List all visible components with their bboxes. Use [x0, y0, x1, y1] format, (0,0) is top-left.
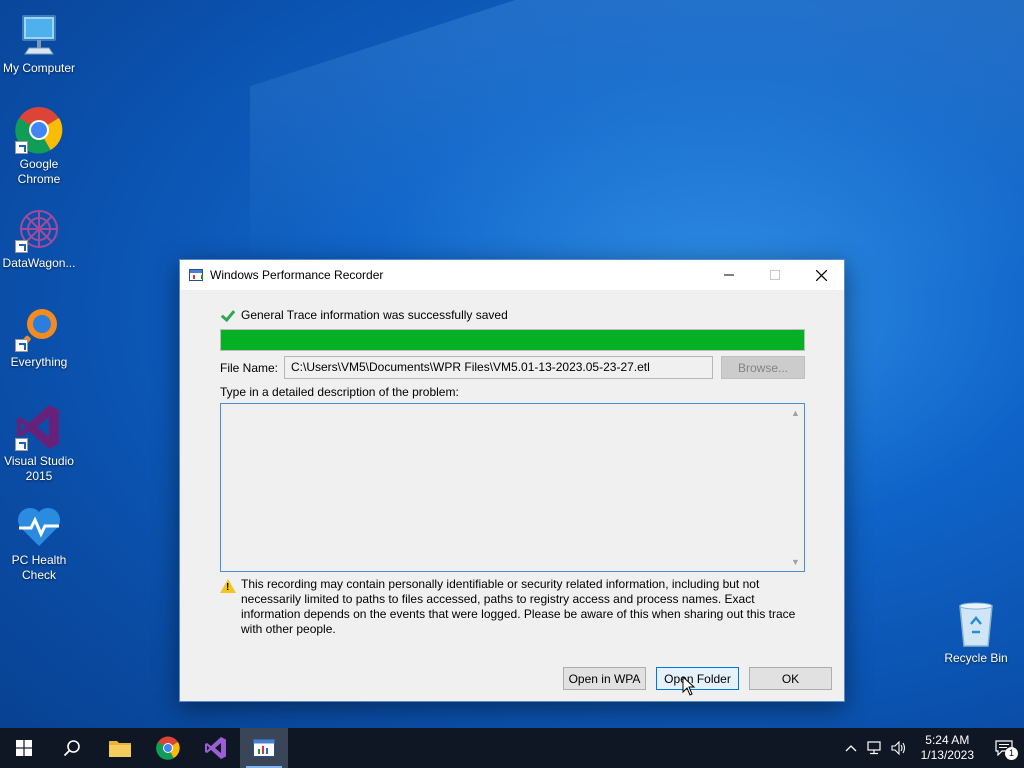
windows-start-icon: [16, 740, 32, 756]
shortcut-arrow-icon: [15, 141, 28, 154]
taskbar-wpr[interactable]: [240, 728, 288, 768]
desktop-icon-recycle-bin[interactable]: Recycle Bin: [940, 600, 1012, 666]
progress-fill: [221, 330, 804, 350]
file-name-field[interactable]: C:\Users\VM5\Documents\WPR Files\VM5.01-…: [284, 356, 713, 379]
status-row: General Trace information was successful…: [220, 308, 508, 322]
desktop-icon-label: PC Health Check: [11, 553, 67, 582]
taskbar-chrome[interactable]: [144, 728, 192, 768]
maximize-button[interactable]: [752, 260, 798, 290]
desktop-icon-everything[interactable]: Everything: [1, 304, 77, 370]
desktop-icon-google-chrome[interactable]: Google Chrome: [1, 106, 77, 187]
open-in-wpa-button[interactable]: Open in WPA: [563, 667, 646, 690]
shortcut-arrow-icon: [15, 339, 28, 352]
ok-button[interactable]: OK: [749, 667, 832, 690]
desktop-icon-label: Everything: [10, 355, 68, 369]
wpr-icon: [253, 739, 275, 757]
desktop-icon-datawagon[interactable]: DataWagon...: [1, 205, 77, 271]
dialog-titlebar[interactable]: Windows Performance Recorder: [180, 260, 844, 290]
network-icon[interactable]: [863, 728, 887, 768]
shortcut-arrow-icon: [15, 438, 28, 451]
desktop-icon-visual-studio-2015[interactable]: Visual Studio 2015: [1, 403, 77, 484]
checkmark-icon: [220, 308, 234, 322]
search-button[interactable]: [48, 728, 96, 768]
desktop-icon-my-computer[interactable]: My Computer: [1, 10, 77, 76]
progress-bar: [220, 329, 805, 351]
maximize-icon: [770, 270, 780, 280]
minimize-button[interactable]: [706, 260, 752, 290]
taskbar-clock[interactable]: 5:24 AM 1/13/2023: [911, 733, 984, 763]
privacy-warning: This recording may contain personally id…: [220, 577, 810, 637]
shortcut-arrow-icon: [15, 240, 28, 253]
description-label: Type in a detailed description of the pr…: [220, 385, 459, 399]
recycle-bin-icon: [952, 600, 1000, 648]
monitor-icon: [15, 10, 63, 58]
dialog-title: Windows Performance Recorder: [210, 268, 384, 282]
notification-count-badge: 1: [1005, 747, 1018, 760]
visual-studio-icon: [205, 737, 226, 759]
desktop-icon-label: DataWagon...: [2, 256, 76, 270]
desktop-icon-label: Visual Studio 2015: [4, 454, 74, 483]
visual-studio-icon: [15, 403, 63, 451]
desktop-icon-pc-health-check[interactable]: PC Health Check: [1, 502, 77, 583]
show-hidden-icons-chevron-up-icon[interactable]: [839, 728, 863, 768]
wpr-app-icon: [189, 269, 203, 281]
taskbar-file-explorer[interactable]: [96, 728, 144, 768]
scroll-up-icon[interactable]: ▲: [791, 409, 800, 418]
desktop-icon-label: Google Chrome: [17, 157, 61, 186]
system-tray: 5:24 AM 1/13/2023 1: [839, 728, 1024, 768]
search-icon: [63, 740, 80, 757]
status-message: General Trace information was successful…: [241, 308, 508, 322]
desktop-icon-label: Recycle Bin: [944, 651, 1008, 665]
close-icon: [815, 269, 827, 281]
wpr-dialog: Windows Performance Recorder General Tra…: [179, 259, 845, 702]
taskbar: 5:24 AM 1/13/2023 1: [0, 728, 1024, 768]
file-name-label: File Name:: [220, 361, 279, 375]
clock-time: 5:24 AM: [925, 733, 970, 747]
heart-pulse-icon: [15, 502, 63, 550]
warning-text: This recording may contain personally id…: [241, 577, 796, 636]
description-scrollbar[interactable]: ▲ ▼: [787, 404, 804, 571]
close-button[interactable]: [798, 260, 844, 290]
start-button[interactable]: [0, 728, 48, 768]
magnifier-icon: [15, 304, 63, 352]
description-textarea[interactable]: ▲ ▼: [220, 403, 805, 572]
desktop-icon-label: My Computer: [2, 61, 76, 75]
open-folder-button[interactable]: Open Folder: [656, 667, 739, 690]
warning-icon: [220, 579, 236, 593]
chrome-icon: [156, 736, 180, 760]
datawagon-icon: [15, 205, 63, 253]
chrome-icon: [15, 106, 63, 154]
minimize-icon: [724, 274, 734, 276]
taskbar-visual-studio[interactable]: [192, 728, 240, 768]
scroll-down-icon[interactable]: ▼: [791, 558, 800, 567]
volume-icon[interactable]: [887, 728, 911, 768]
file-explorer-icon: [109, 741, 131, 757]
clock-date: 1/13/2023: [920, 748, 974, 762]
action-center-button[interactable]: 1: [984, 728, 1024, 768]
browse-button[interactable]: Browse...: [721, 356, 805, 379]
